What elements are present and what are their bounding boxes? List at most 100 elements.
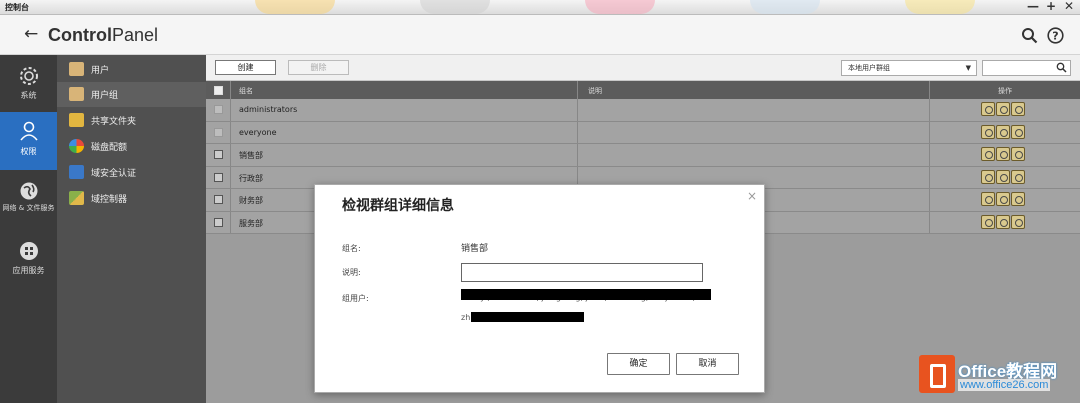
row-actions — [981, 124, 1026, 141]
rail-item-system[interactable]: 系统 — [0, 60, 57, 110]
edit-icon[interactable] — [981, 214, 995, 229]
titlebar-decoration — [255, 0, 335, 14]
row-actions — [981, 147, 1026, 163]
table-row[interactable]: administrators — [206, 99, 1080, 122]
row-actions — [981, 214, 1026, 231]
titlebar-decoration — [750, 0, 820, 14]
edit-users-icon[interactable] — [996, 192, 1010, 206]
row-name-cell: administrators — [231, 99, 578, 121]
subnav-item-shared-folders[interactable]: 共享文件夹 — [57, 108, 206, 133]
edit-icon[interactable] — [981, 124, 995, 139]
edit-icon[interactable] — [981, 147, 995, 161]
rail-item-apps[interactable]: 应用服务 — [0, 235, 57, 285]
redaction-bar — [471, 312, 584, 322]
group-name: 销售部 — [239, 151, 263, 160]
edit-icon[interactable] — [981, 102, 995, 116]
rail-item-label: 应用服务 — [12, 266, 45, 275]
ok-button[interactable]: 确定 — [607, 353, 670, 375]
row-checkbox[interactable] — [214, 150, 223, 159]
window-title: 控制台 — [5, 3, 29, 12]
table-row[interactable]: everyone — [206, 121, 1080, 144]
rail-item-label: 系统 — [20, 91, 37, 100]
row-select-cell — [206, 144, 231, 166]
edit-icon[interactable] — [981, 169, 995, 184]
row-checkbox[interactable] — [214, 217, 223, 227]
column-header-ops: 操作 — [998, 87, 1012, 95]
row-name-cell: everyone — [231, 121, 578, 143]
dialog-title: 检视群组详细信息 — [342, 198, 454, 214]
desc-input[interactable] — [461, 263, 703, 282]
delete-button[interactable]: 删除 — [288, 60, 349, 75]
row-checkbox[interactable] — [214, 172, 223, 182]
search-input[interactable] — [982, 60, 1071, 76]
window-titlebar: 控制台 — + ✕ — [0, 0, 1080, 15]
maximize-button[interactable]: + — [1046, 0, 1056, 13]
search-icon[interactable] — [1021, 27, 1038, 44]
row-select-cell — [206, 211, 231, 233]
permissions-icon[interactable] — [1011, 192, 1025, 206]
permissions-icon[interactable] — [1011, 147, 1025, 161]
edit-users-icon[interactable] — [996, 102, 1010, 116]
row-checkbox[interactable] — [214, 105, 223, 114]
edit-users-icon[interactable] — [996, 214, 1010, 229]
header-ops-cell: 操作 — [930, 81, 1080, 99]
row-select-cell — [206, 99, 231, 121]
row-desc-cell — [578, 121, 930, 143]
header-desc-cell: 说明 — [578, 81, 930, 99]
column-header-desc[interactable]: 说明 — [588, 86, 602, 96]
row-checkbox[interactable] — [214, 195, 223, 204]
minimize-button[interactable]: — — [1027, 0, 1039, 13]
row-actions — [981, 192, 1026, 208]
table-header: 组名 说明 操作 — [206, 81, 1080, 99]
arrow-left-icon[interactable]: ← — [24, 24, 38, 44]
titlebar-decoration — [585, 0, 655, 14]
subnav-item-users[interactable]: 用户 — [57, 57, 206, 82]
subnav-item-domain-security[interactable]: 域安全认证 — [57, 160, 206, 185]
create-button[interactable]: 创建 — [215, 60, 276, 75]
subnav-item-user-groups[interactable]: 用户组 — [57, 82, 206, 107]
app-title: ControlPanel — [48, 25, 159, 45]
rail-item-privilege[interactable]: 权限 — [0, 112, 57, 170]
close-window-button[interactable]: ✕ — [1064, 0, 1074, 13]
row-checkbox[interactable] — [214, 127, 223, 137]
row-actions — [981, 102, 1026, 118]
toolbar: 创建 删除 本地用户群组 ▼ — [206, 55, 1080, 81]
select-all-checkbox[interactable] — [214, 86, 223, 95]
titlebar-decoration — [905, 0, 975, 14]
edit-users-icon[interactable] — [996, 124, 1010, 139]
watermark: Office教程网 www.office26.com — [915, 353, 1080, 403]
permissions-icon[interactable] — [1011, 124, 1025, 139]
edit-users-icon[interactable] — [996, 147, 1010, 161]
chevron-down-icon: ▼ — [965, 64, 971, 72]
edit-icon[interactable] — [981, 192, 995, 206]
permissions-icon[interactable] — [1011, 214, 1025, 229]
search-icon[interactable] — [1056, 62, 1067, 73]
group-details-dialog: 检视群组详细信息 × 组名: 销售部 说明: 组用户: zhenyi, hana… — [314, 184, 765, 393]
group-name: 行政部 — [239, 173, 263, 183]
svg-text:?: ? — [1052, 30, 1058, 43]
rail-item-network[interactable]: 网络 & 文件服务 — [0, 175, 57, 227]
domain-security-icon — [69, 165, 84, 179]
group-name: administrators — [239, 105, 298, 114]
permissions-icon[interactable] — [1011, 102, 1025, 116]
subnav-item-label: 用户 — [91, 66, 110, 76]
help-icon[interactable]: ? — [1047, 27, 1064, 44]
row-select-cell — [206, 166, 231, 188]
table-row[interactable]: 销售部 — [206, 144, 1080, 167]
close-icon[interactable]: × — [747, 189, 757, 203]
permissions-icon[interactable] — [1011, 169, 1025, 184]
redaction-bar — [461, 289, 711, 300]
shared-folder-icon — [69, 113, 84, 127]
edit-users-icon[interactable] — [996, 169, 1010, 184]
main-nav-rail: 系统 权限 网络 & 文件服务 应用服务 — [0, 55, 57, 403]
column-header-name[interactable]: 组名 — [239, 86, 253, 96]
disk-quota-icon — [69, 139, 84, 153]
subnav-item-disk-quota[interactable]: 磁盘配额 — [57, 134, 206, 159]
sub-nav: 用户 用户组 共享文件夹 磁盘配额 域安全认证 域控制器 — [57, 55, 206, 403]
row-actions — [981, 169, 1026, 186]
subnav-item-label: 域安全认证 — [91, 169, 137, 179]
row-desc-cell — [578, 99, 930, 121]
cancel-button[interactable]: 取消 — [676, 353, 739, 375]
subnav-item-domain-controller[interactable]: 域控制器 — [57, 186, 206, 211]
group-filter-select[interactable]: 本地用户群组 ▼ — [841, 60, 977, 76]
